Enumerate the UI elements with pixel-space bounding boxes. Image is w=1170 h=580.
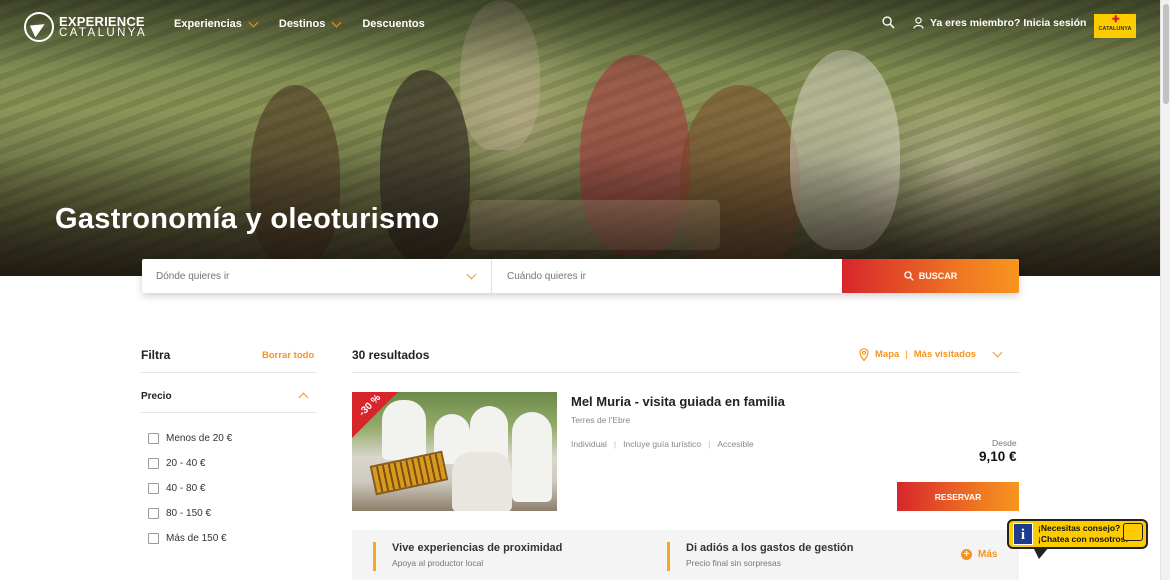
login-link[interactable]: Ya eres miembro? Inicia sesión xyxy=(913,17,1086,29)
chat-line1: ¡Necesitas consejo? xyxy=(1038,523,1121,533)
price-value: 9,10 € xyxy=(979,449,1017,464)
chevron-down-icon xyxy=(248,17,259,27)
date-field[interactable] xyxy=(492,259,842,293)
benefit-item: Vive experiencias de proximidad Apoya al… xyxy=(373,542,562,571)
menu-item-descuentos[interactable]: Descuentos xyxy=(362,18,424,30)
chat-bot-icon xyxy=(1123,523,1143,541)
price-option[interactable]: 20 - 40 € xyxy=(148,458,205,469)
tag: Accesible xyxy=(717,439,754,449)
page-title: Gastronomía y oleoturismo xyxy=(55,203,440,235)
search-bar: BUSCAR xyxy=(142,259,1019,293)
experience-tags: Individual | Incluye guía turístico | Ac… xyxy=(571,439,754,449)
main-menu: Experiencias Destinos Descuentos xyxy=(174,17,447,30)
checkbox[interactable] xyxy=(148,433,159,444)
tag: Individual xyxy=(571,439,607,449)
checkbox[interactable] xyxy=(148,458,159,469)
search-button[interactable]: BUSCAR xyxy=(842,259,1019,293)
price-option[interactable]: 80 - 150 € xyxy=(148,508,211,519)
brand-logo[interactable]: EXPERIENCE CATALUNYA xyxy=(24,12,147,42)
logo-line1: EXPERIENCE xyxy=(59,13,145,29)
menu-item-experiencias[interactable]: Experiencias xyxy=(174,17,259,30)
sort-select[interactable]: Más visitados xyxy=(914,349,976,360)
destination-select[interactable] xyxy=(142,259,492,293)
reserve-button[interactable]: RESERVAR xyxy=(897,482,1019,511)
menu-item-destinos[interactable]: Destinos xyxy=(279,17,342,30)
results-count: 30 resultados xyxy=(352,348,430,362)
honeycomb-frame xyxy=(369,450,449,496)
chevron-up-icon[interactable] xyxy=(298,392,309,403)
map-pin-icon xyxy=(859,348,869,361)
price-from-label: Desde xyxy=(992,438,1017,448)
page-scrollbar[interactable] xyxy=(1160,0,1170,580)
cross-logo-icon: ✚ xyxy=(1112,14,1120,24)
experience-image[interactable]: -30 % xyxy=(352,392,557,511)
price-option[interactable]: Más de 150 € xyxy=(148,533,227,544)
map-link[interactable]: Mapa xyxy=(875,349,899,360)
destination-input[interactable] xyxy=(156,270,469,282)
experience-title[interactable]: Mel Muria - visita guiada en familia xyxy=(571,394,785,409)
more-benefits-link[interactable]: + Más xyxy=(961,549,997,560)
divider xyxy=(352,372,1019,373)
checkbox[interactable] xyxy=(148,483,159,494)
price-filter-title[interactable]: Precio xyxy=(141,391,172,402)
scrollbar-thumb[interactable] xyxy=(1163,4,1169,104)
tag: Incluye guía turístico xyxy=(623,439,702,449)
chevron-down-icon[interactable] xyxy=(992,347,1003,358)
search-icon xyxy=(903,271,914,281)
paper-plane-logo-icon xyxy=(24,12,54,42)
experience-location: Terres de l'Ebre xyxy=(571,415,631,425)
search-icon[interactable] xyxy=(882,16,895,29)
sort-controls: Mapa | Más visitados xyxy=(859,347,1003,361)
logo-line2: CATALUNYA xyxy=(59,26,148,39)
checkbox[interactable] xyxy=(148,508,159,519)
price-option[interactable]: Menos de 20 € xyxy=(148,433,232,444)
info-icon: i xyxy=(1013,523,1033,545)
date-input[interactable] xyxy=(507,270,842,282)
benefit-item: Di adiós a los gastos de gestión Precio … xyxy=(667,542,853,571)
catalunya-badge[interactable]: ✚ CATALUNYA xyxy=(1094,14,1136,38)
benefits-bar: Vive experiencias de proximidad Apoya al… xyxy=(352,530,1019,580)
top-nav: EXPERIENCE CATALUNYA Experiencias Destin… xyxy=(0,0,1160,52)
filter-title: Filtra xyxy=(141,348,171,362)
price-option[interactable]: 40 - 80 € xyxy=(148,483,205,494)
plus-circle-icon: + xyxy=(961,549,972,560)
chat-widget[interactable]: i ¡Necesitas consejo? ¡Chatea con nosotr… xyxy=(1007,519,1148,561)
checkbox[interactable] xyxy=(148,533,159,544)
clear-filters-link[interactable]: Borrar todo xyxy=(262,350,314,361)
chevron-down-icon xyxy=(331,17,342,27)
chat-line2: ¡Chatea con nosotros! xyxy=(1038,534,1129,544)
user-icon xyxy=(913,17,924,29)
divider xyxy=(141,372,317,373)
divider xyxy=(141,412,317,413)
chevron-down-icon xyxy=(466,269,477,279)
